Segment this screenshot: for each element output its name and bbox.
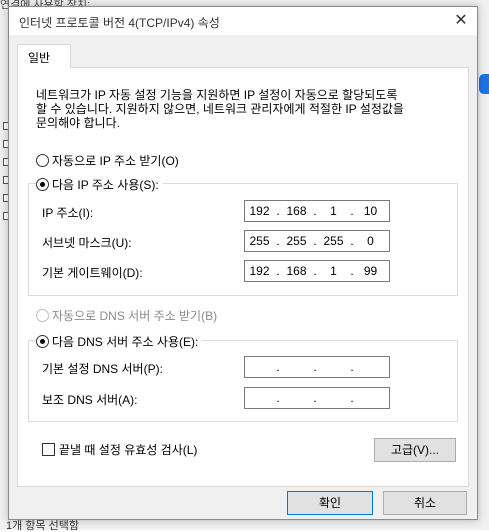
ip-octet[interactable]: 192 [245,264,274,278]
ip-octet[interactable]: 0 [356,234,385,248]
advanced-button[interactable]: 고급(V)... [374,438,456,462]
ip-dot: . [313,360,317,374]
ip-auto-label: 자동으로 IP 주소 받기(O) [52,154,179,168]
ip-octet[interactable]: 168 [282,204,311,218]
validate-on-exit-checkbox[interactable] [42,443,55,456]
title-bar[interactable]: 인터넷 프로토콜 버전 4(TCP/IPv4) 속성 ✕ [9,7,477,35]
alternate-dns-input[interactable]: . . . [244,387,390,409]
ip-manual-label: 다음 IP 주소 사용(S): [52,178,159,192]
dns-auto-label: 자동으로 DNS 서버 주소 받기(B) [52,309,218,323]
ip-dot: . [313,264,317,278]
dialog-title: 인터넷 프로토콜 버전 4(TCP/IPv4) 속성 [19,16,220,30]
subnet-mask-label: 서브넷 마스크(U): [42,236,132,250]
ip-octet[interactable]: 1 [319,204,348,218]
description-line: 할 수 있습니다. 지원하지 않으면, 네트워크 관리자에게 적절한 IP 설정… [36,102,404,116]
dns-manual-option[interactable]: 다음 DNS 서버 주소 사용(E): [36,333,203,350]
default-gateway-input[interactable]: 192. 168. 1. 99 [244,260,390,282]
ip-octet[interactable]: 99 [356,264,385,278]
ip-octet[interactable]: 10 [356,204,385,218]
default-gateway-label: 기본 게이트웨이(D): [42,266,143,280]
description-line: 문의해야 합니다. [36,116,120,130]
validate-on-exit-option[interactable]: 끝낼 때 설정 유효성 검사(L) [42,441,197,458]
dns-manual-radio[interactable] [36,335,49,348]
ip-address-input[interactable]: 192. 168. 1. 10 [244,200,390,222]
ip-dot: . [276,204,280,218]
dns-auto-option[interactable]: 자동으로 DNS 서버 주소 받기(B) [36,307,217,324]
description-line: 네트워크가 IP 자동 설정 기능을 지원하면 IP 설정이 자동으로 할당되도… [36,88,398,102]
ip-octet[interactable]: 192 [245,204,274,218]
ip-dot: . [276,234,280,248]
ip-octet[interactable]: 255 [319,234,348,248]
background-status-text: 1개 항목 선택함 [6,520,79,532]
ip-address-label: IP 주소(I): [42,206,94,220]
ip-dot: . [350,204,354,218]
ip-octet[interactable]: 1 [319,264,348,278]
ip-dot: . [313,204,317,218]
ip-dot: . [276,391,280,405]
ip-auto-radio[interactable] [36,154,49,167]
ip-dot: . [350,264,354,278]
ip-dot: . [313,234,317,248]
dns-auto-radio[interactable] [36,309,49,322]
ip-manual-radio[interactable] [36,178,49,191]
tab-general-label: 일반 [28,51,51,65]
preferred-dns-input[interactable]: . . . [244,356,390,378]
ip-dot: . [276,264,280,278]
description-text: 네트워크가 IP 자동 설정 기능을 지원하면 IP 설정이 자동으로 할당되도… [36,88,456,130]
tab-general[interactable]: 일반 [17,44,71,68]
ip-auto-option[interactable]: 자동으로 IP 주소 받기(O) [36,152,179,169]
cancel-button[interactable]: 취소 [383,491,467,515]
bluetooth-icon[interactable] [479,74,489,94]
ip-dot: . [350,391,354,405]
preferred-dns-label: 기본 설정 DNS 서버(P): [42,362,163,376]
ip-dot: . [313,391,317,405]
ip-dot: . [350,234,354,248]
ok-button[interactable]: 확인 [287,491,373,515]
dns-manual-label: 다음 DNS 서버 주소 사용(E): [52,335,199,349]
ip-octet[interactable]: 255 [282,234,311,248]
validate-on-exit-label: 끝낼 때 설정 유효성 검사(L) [59,443,198,457]
general-tab-panel: 네트워크가 IP 자동 설정 기능을 지원하면 IP 설정이 자동으로 할당되도… [17,67,469,487]
ip-octet[interactable]: 255 [245,234,274,248]
close-icon[interactable]: ✕ [449,9,473,33]
ip-octet[interactable]: 168 [282,264,311,278]
tcpipv4-properties-dialog: 인터넷 프로토콜 버전 4(TCP/IPv4) 속성 ✕ 일반 네트워크가 IP… [8,6,478,520]
ip-dot: . [276,360,280,374]
ip-dot: . [350,360,354,374]
subnet-mask-input[interactable]: 255. 255. 255. 0 [244,230,390,252]
dns-settings-group [28,340,458,422]
alternate-dns-label: 보조 DNS 서버(A): [42,393,138,407]
ip-manual-option[interactable]: 다음 IP 주소 사용(S): [36,176,163,193]
